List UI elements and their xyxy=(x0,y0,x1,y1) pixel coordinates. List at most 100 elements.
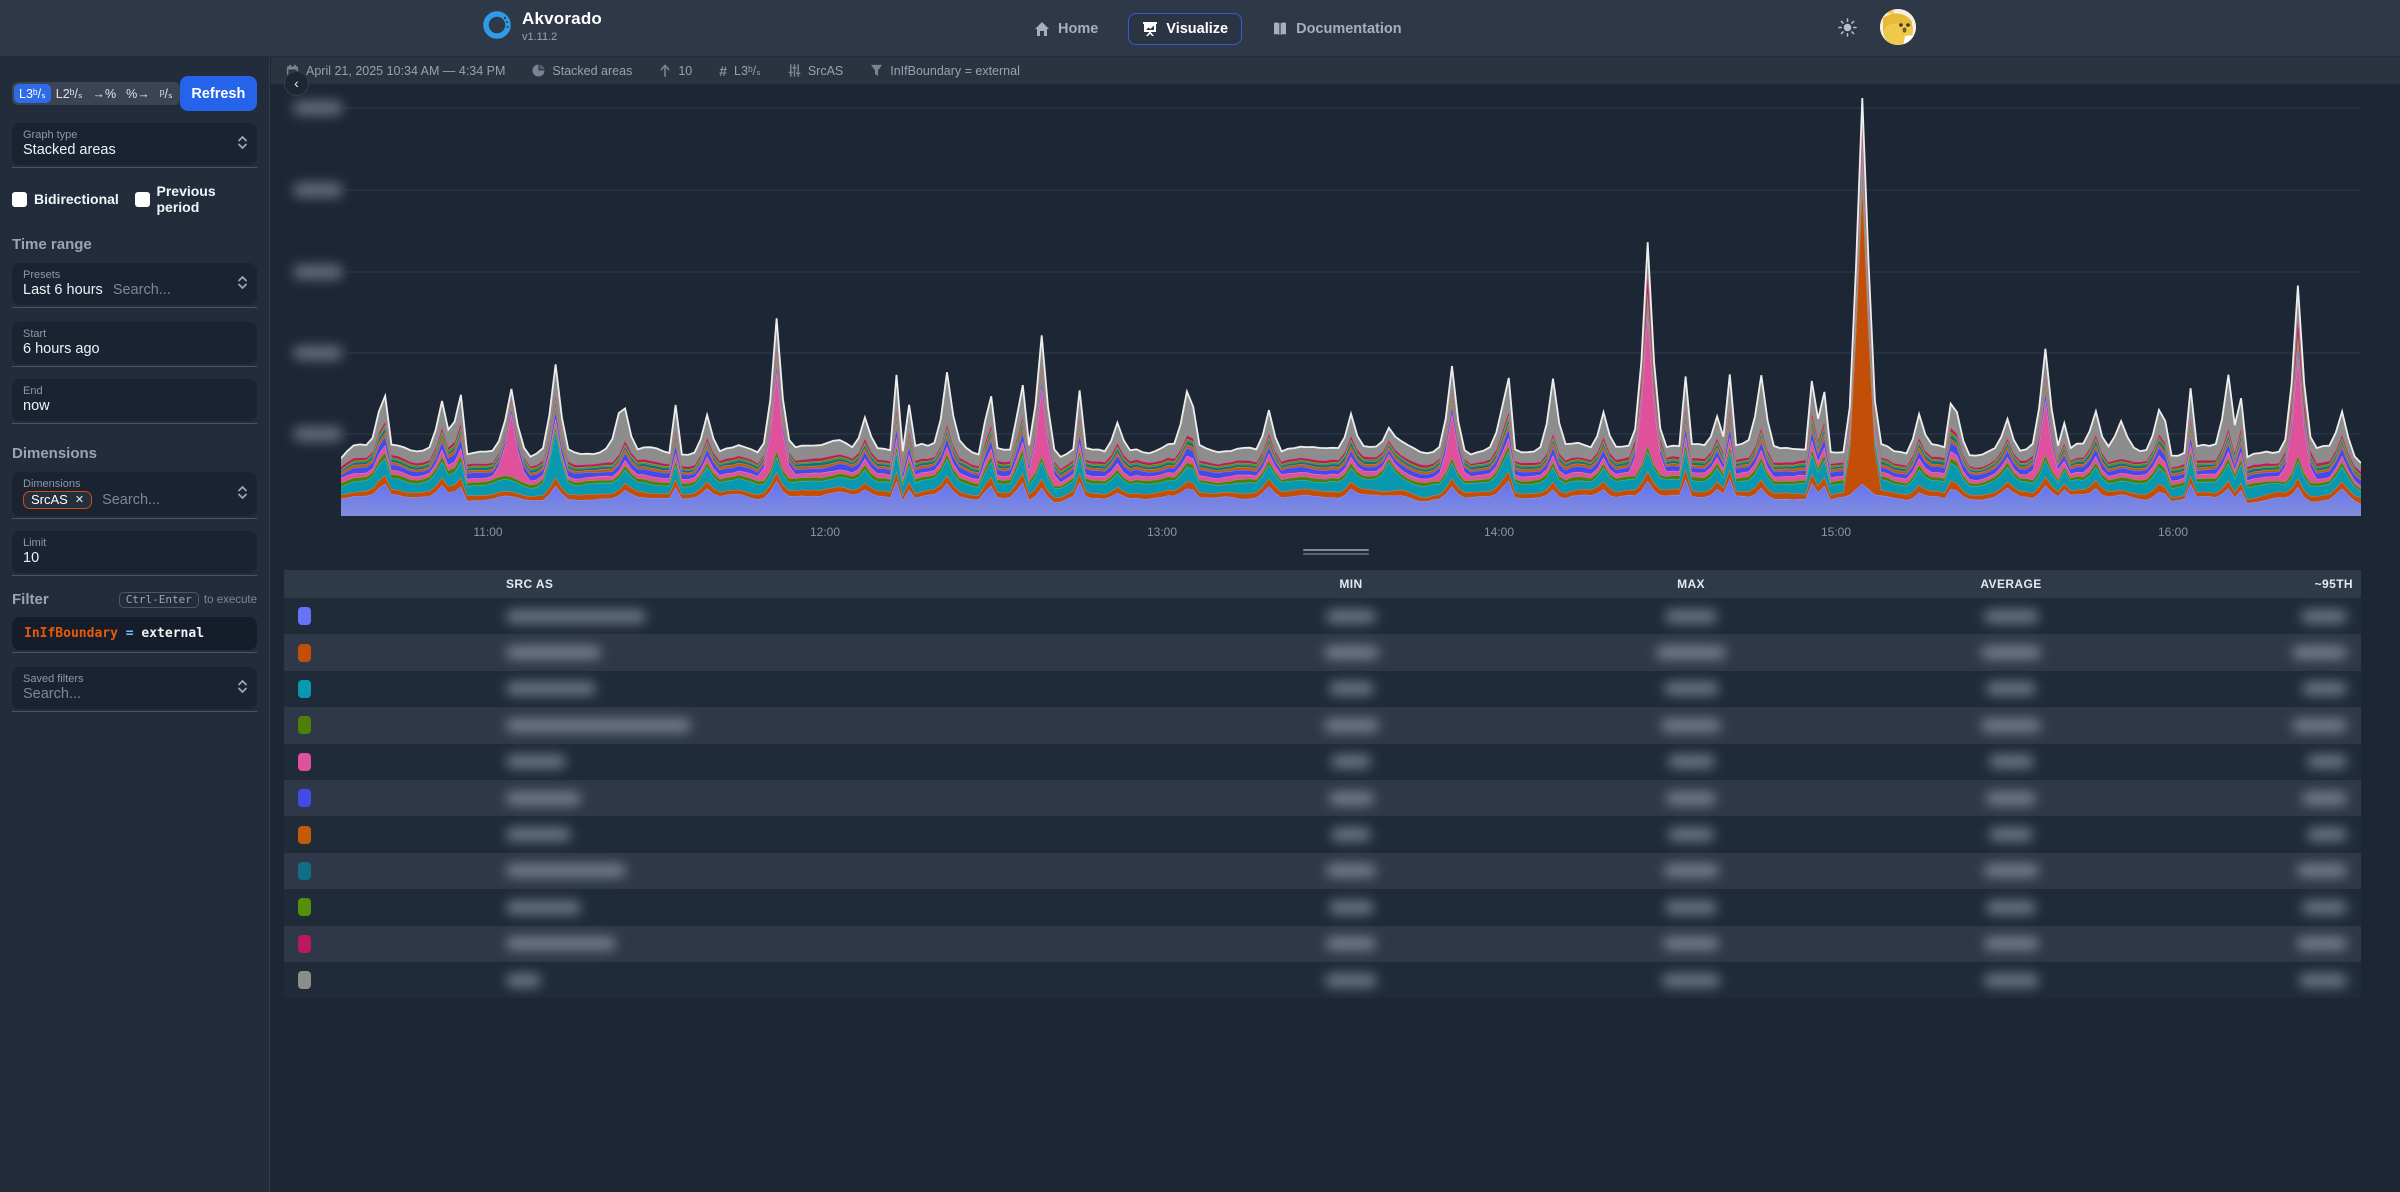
chevron-up-down-icon xyxy=(237,679,248,698)
home-icon xyxy=(1034,21,1050,37)
table-row[interactable] xyxy=(284,852,2361,890)
table-row[interactable] xyxy=(284,925,2361,962)
pie-chart-icon xyxy=(532,64,545,77)
redacted-value xyxy=(1986,791,2036,805)
bidirectional-checkbox[interactable]: Bidirectional xyxy=(12,183,135,215)
y-axis-label-redacted xyxy=(293,101,343,115)
saved-filters-search-input[interactable]: Search... xyxy=(23,686,81,702)
series-table: SRC AS MIN MAX AVERAGE ~95TH xyxy=(284,570,2361,999)
col-header-95th: ~95TH xyxy=(2314,577,2353,591)
saved-filters-select[interactable]: Saved filters Search... xyxy=(12,667,257,709)
col-header-max: MAX xyxy=(1677,577,1705,591)
user-avatar[interactable] xyxy=(1879,8,1917,49)
presets-search-input[interactable]: Search... xyxy=(113,282,171,298)
end-time-value: now xyxy=(23,398,50,414)
nav-item-visualize[interactable]: Visualize xyxy=(1128,12,1243,45)
summary-limit: 10 xyxy=(659,64,692,78)
redacted-value xyxy=(1989,828,2033,842)
unit-in-percent[interactable]: →% xyxy=(88,85,122,103)
redacted-value xyxy=(1326,609,1376,623)
x-axis-tick: 13:00 xyxy=(1146,525,1178,539)
summary-bar: April 21, 2025 10:34 AM — 4:34 PM Stacke… xyxy=(271,57,2400,85)
akvorado-visualize-page: { "navbar": { "brand": "Akvorado", "vers… xyxy=(0,0,2400,1192)
table-row[interactable] xyxy=(284,634,2361,671)
redacted-value xyxy=(1665,609,1717,623)
series-color-swatch xyxy=(298,752,311,771)
y-axis-label-redacted xyxy=(293,183,343,197)
theme-toggle-sun-icon[interactable] xyxy=(1838,17,1857,40)
start-time-input[interactable]: Start 6 hours ago xyxy=(12,322,257,364)
table-row[interactable] xyxy=(284,889,2361,926)
chip-remove-icon[interactable]: ✕ xyxy=(75,493,84,506)
unit-out-percent[interactable]: %→ xyxy=(121,85,155,103)
table-row[interactable] xyxy=(284,743,2361,780)
table-row[interactable] xyxy=(284,707,2361,744)
redacted-value xyxy=(1328,791,1374,805)
redacted-value xyxy=(1983,609,2039,623)
presets-select[interactable]: Presets Last 6 hours Search... xyxy=(12,263,257,305)
data-zoom-handle[interactable] xyxy=(1303,549,1369,556)
redacted-value xyxy=(2297,864,2347,878)
table-row[interactable] xyxy=(284,961,2361,999)
redacted-value xyxy=(2301,609,2347,623)
series-color-swatch xyxy=(298,934,311,953)
series-color-swatch xyxy=(298,971,311,990)
checkbox-unchecked[interactable] xyxy=(12,191,27,207)
previous-period-checkbox[interactable]: Previous period xyxy=(134,183,258,215)
dimensions-search-input[interactable]: Search... xyxy=(102,492,160,508)
nav-item-home[interactable]: Home xyxy=(1022,13,1110,45)
table-row[interactable] xyxy=(284,816,2361,853)
redacted-value xyxy=(506,646,601,660)
stacked-area-chart[interactable] xyxy=(340,92,2362,516)
table-row[interactable] xyxy=(284,598,2361,635)
app-title: Akvorado xyxy=(522,9,603,28)
redacted-value xyxy=(1662,973,1720,987)
redacted-value xyxy=(2302,900,2347,914)
unit-l2bps[interactable]: L2ᵇ/ₛ xyxy=(51,84,88,103)
redacted-value xyxy=(1663,937,1719,951)
filter-heading: Filter xyxy=(12,591,49,608)
redacted-value xyxy=(2292,646,2347,660)
redacted-value xyxy=(1328,682,1374,696)
unit-pps[interactable]: ᵖ/ₛ xyxy=(155,84,178,103)
x-axis-tick: 11:00 xyxy=(473,525,503,539)
table-row[interactable] xyxy=(284,779,2361,817)
x-axis-tick: 12:00 xyxy=(809,525,841,539)
dimensions-select[interactable]: Dimensions SrcAS ✕ Search... xyxy=(12,472,257,516)
kbd-hint: to execute xyxy=(203,593,257,606)
main-content: 11:00 12:00 13:00 14:00 15:00 16:00 SRC … xyxy=(271,85,2400,1192)
summary-filter: InIfBoundary = external xyxy=(870,64,1020,78)
redacted-value xyxy=(1667,755,1715,769)
presentation-chart-icon xyxy=(1142,21,1158,37)
summary-time-range: April 21, 2025 10:34 AM — 4:34 PM xyxy=(286,64,505,78)
filter-expression-editor[interactable]: InIfBoundary = external xyxy=(12,617,257,650)
redacted-value xyxy=(1326,864,1376,878)
sidebar-collapse-button[interactable]: ‹ xyxy=(284,71,309,96)
y-axis-label-redacted xyxy=(293,427,343,441)
nav-item-documentation[interactable]: Documentation xyxy=(1260,13,1414,45)
redacted-value xyxy=(506,718,691,732)
redacted-value xyxy=(506,864,626,878)
x-axis-tick: 16:00 xyxy=(2157,525,2189,539)
table-body xyxy=(284,598,2361,999)
summary-units: # L3ᵇ/ₛ xyxy=(719,62,761,79)
end-time-input[interactable]: End now xyxy=(12,379,257,421)
refresh-button[interactable]: Refresh xyxy=(179,76,257,111)
series-color-swatch xyxy=(298,607,311,626)
graph-type-select[interactable]: Graph type Stacked areas xyxy=(12,123,257,165)
table-row[interactable] xyxy=(284,670,2361,708)
funnel-icon xyxy=(870,64,883,77)
redacted-value xyxy=(506,791,581,805)
limit-input[interactable]: Limit 10 xyxy=(12,531,257,573)
dimension-chip-srcas[interactable]: SrcAS ✕ xyxy=(23,491,93,509)
checkbox-unchecked[interactable] xyxy=(134,191,150,207)
start-time-value: 6 hours ago xyxy=(23,341,100,357)
redacted-value xyxy=(2299,973,2347,987)
unit-l3bps[interactable]: L3ᵇ/ₛ xyxy=(14,84,51,103)
x-axis-tick: 14:00 xyxy=(1483,525,1515,539)
nav-links: Home Visualize Documentation xyxy=(1022,0,1414,57)
nav-item-label: Visualize xyxy=(1166,20,1229,37)
options-sidebar: L3ᵇ/ₛ L2ᵇ/ₛ →% %→ ᵖ/ₛ Refresh Graph type… xyxy=(0,57,270,1192)
redacted-value xyxy=(506,828,571,842)
redacted-value xyxy=(506,609,646,623)
